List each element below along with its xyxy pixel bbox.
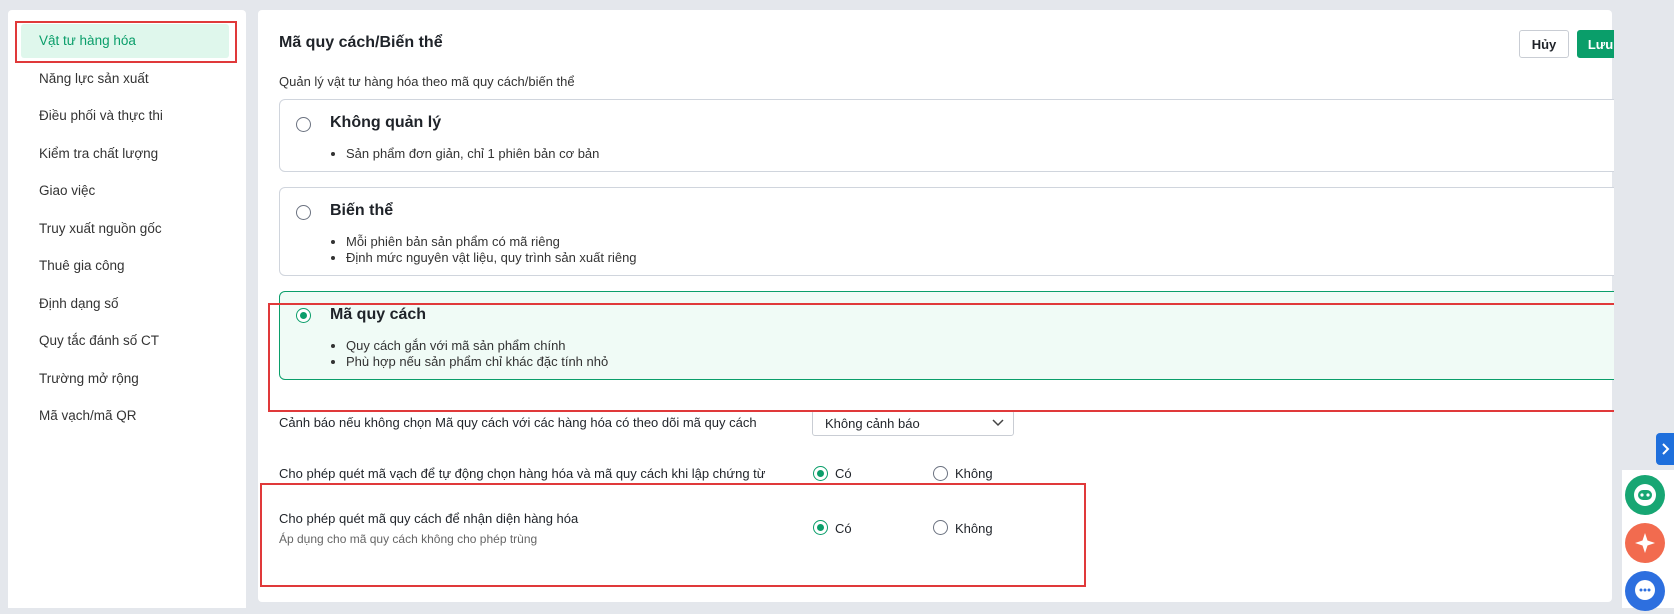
- barcode-scan-no-label[interactable]: Không: [955, 466, 993, 481]
- section-description: Quản lý vật tư hàng hóa theo mã quy cách…: [279, 74, 575, 89]
- option-radio[interactable]: [296, 308, 311, 323]
- sidebar-item-dinh-dang-so[interactable]: Định dạng số: [21, 287, 229, 321]
- option-title: Không quản lý: [330, 114, 442, 131]
- chevron-right-icon: [1662, 443, 1670, 455]
- option-bullets: Mỗi phiên bản sản phẩm có mã riêng Định …: [328, 234, 637, 266]
- barcode-scan-yes-label[interactable]: Có: [835, 466, 852, 481]
- barcode-scan-yes-radio[interactable]: [813, 466, 828, 481]
- option-bullet: Quy cách gắn với mã sản phẩm chính: [346, 338, 608, 354]
- sidebar-item-ma-vach-qr[interactable]: Mã vạch/mã QR: [21, 399, 229, 433]
- sidebar-item-giao-viec[interactable]: Giao việc: [21, 174, 229, 208]
- option-card-ma-quy-cach[interactable]: Mã quy cách Quy cách gắn với mã sản phẩm…: [279, 291, 1624, 380]
- option-bullet: Phù hợp nếu sản phẩm chỉ khác đặc tính n…: [346, 354, 608, 370]
- option-radio[interactable]: [296, 205, 311, 220]
- option-card-bien-the[interactable]: Biến thể Mỗi phiên bản sản phẩm có mã ri…: [279, 187, 1624, 276]
- page-title: Mã quy cách/Biến thể: [279, 34, 443, 51]
- sidebar-item-nang-luc-san-xuat[interactable]: Năng lực sản xuất: [21, 62, 229, 96]
- sidebar-item-kiem-tra-chat-luong[interactable]: Kiểm tra chất lượng: [21, 137, 229, 171]
- sidebar-item-dieu-phoi-thuc-thi[interactable]: Điều phối và thực thi: [21, 99, 229, 133]
- spec-scan-no-label[interactable]: Không: [955, 521, 993, 536]
- sidebar-item-truong-mo-rong[interactable]: Trường mở rộng: [21, 362, 229, 396]
- option-bullet: Định mức nguyên vật liệu, quy trình sản …: [346, 250, 637, 266]
- sidebar-item-vat-tu-hang-hoa[interactable]: Vật tư hàng hóa: [21, 24, 229, 58]
- sidebar-item-thue-gia-cong[interactable]: Thuê gia công: [21, 249, 229, 283]
- barcode-scan-label: Cho phép quét mã vạch để tự động chọn hà…: [279, 466, 766, 481]
- settings-sidebar: Vật tư hàng hóa Năng lực sản xuất Điều p…: [8, 10, 246, 608]
- spec-scan-label: Cho phép quét mã quy cách để nhận diện h…: [279, 511, 579, 526]
- spec-scan-yes-label[interactable]: Có: [835, 521, 852, 536]
- spec-scan-yes-radio[interactable]: [813, 520, 828, 535]
- option-bullets: Sản phẩm đơn giản, chỉ 1 phiên bản cơ bả…: [328, 146, 599, 162]
- cancel-button[interactable]: Hủy: [1519, 30, 1569, 58]
- warning-label: Cảnh báo nếu không chọn Mã quy cách với …: [279, 415, 757, 430]
- message-button[interactable]: [1625, 571, 1665, 611]
- option-card-khong-quan-ly[interactable]: Không quản lý Sản phẩm đơn giản, chỉ 1 p…: [279, 99, 1624, 172]
- message-icon: [1635, 580, 1655, 600]
- sidebar-item-quy-tac-danh-so[interactable]: Quy tắc đánh số CT: [21, 324, 229, 358]
- collapse-panel-tab[interactable]: [1656, 433, 1674, 465]
- chatbot-icon: [1634, 484, 1656, 506]
- option-bullets: Quy cách gắn với mã sản phẩm chính Phù h…: [328, 338, 608, 370]
- sparkle-icon: [1635, 533, 1655, 553]
- option-title: Biến thể: [330, 202, 394, 219]
- warning-select[interactable]: Không cảnh báo: [812, 410, 1014, 436]
- sidebar-item-truy-xuat-nguon-goc[interactable]: Truy xuất nguồn gốc: [21, 212, 229, 246]
- chatbot-button[interactable]: [1625, 475, 1665, 515]
- option-bullet: Sản phẩm đơn giản, chỉ 1 phiên bản cơ bả…: [346, 146, 599, 162]
- option-bullet: Mỗi phiên bản sản phẩm có mã riêng: [346, 234, 637, 250]
- spec-scan-note: Áp dụng cho mã quy cách không cho phép t…: [279, 532, 538, 546]
- ai-assistant-button[interactable]: [1625, 523, 1665, 563]
- spec-scan-no-radio[interactable]: [933, 520, 948, 535]
- option-title: Mã quy cách: [330, 306, 427, 323]
- barcode-scan-no-radio[interactable]: [933, 466, 948, 481]
- warning-select-value: Không cảnh báo: [825, 416, 920, 431]
- main-panel: Mã quy cách/Biến thể Hủy Lưu Quản lý vật…: [258, 10, 1624, 602]
- chevron-down-icon: [992, 419, 1004, 427]
- option-radio[interactable]: [296, 117, 311, 132]
